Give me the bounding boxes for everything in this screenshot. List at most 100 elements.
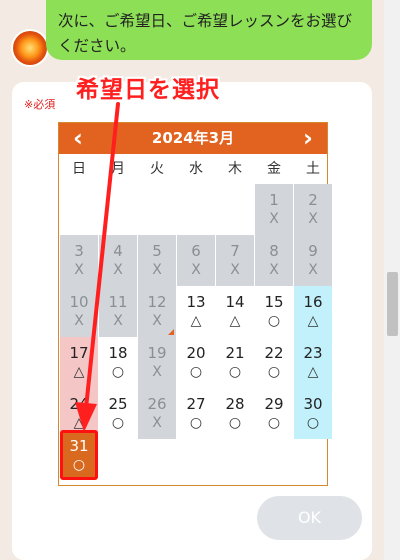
calendar-day-31[interactable]: 31 ○ — [60, 430, 98, 480]
calendar-day-14[interactable]: 14 △ — [216, 286, 254, 337]
availability-mark: X — [152, 415, 162, 431]
availability-mark: ○ — [306, 415, 320, 431]
availability-mark: X — [308, 211, 318, 227]
annotation-label: 希望日を選択 — [76, 77, 220, 103]
calendar-day-13[interactable]: 13 △ — [177, 286, 215, 337]
chevron-right-icon[interactable]: › — [293, 123, 323, 154]
weekday-label: 木 — [228, 161, 242, 177]
day-number: 6 — [191, 242, 201, 260]
calendar-day-29[interactable]: 29 ○ — [255, 388, 293, 439]
ok-button[interactable]: OK — [257, 496, 362, 540]
day-number: 11 — [108, 293, 128, 311]
availability-mark: X — [269, 262, 279, 278]
calendar-day-17[interactable]: 17 △ — [60, 337, 98, 388]
date-picker-calendar: 2024年3月 ‹ › 日月火水木金土 1 X 2 X 3 X 4 X 5 X 6 X 7 X 8 X 9 X 10… — [58, 122, 332, 486]
day-number: 26 — [147, 395, 167, 413]
weekday-label: 土 — [306, 161, 320, 177]
calendar-day-23[interactable]: 23 △ — [294, 337, 332, 388]
calendar-day-12: 12 X — [138, 286, 176, 337]
day-number: 25 — [108, 395, 128, 413]
availability-mark: ○ — [189, 415, 203, 431]
calendar-header: 2024年3月 ‹ › — [59, 123, 327, 154]
availability-mark: ○ — [267, 364, 281, 380]
calendar-day-20[interactable]: 20 ○ — [177, 337, 215, 388]
day-number: 13 — [186, 293, 206, 311]
availability-mark: ○ — [72, 457, 86, 473]
availability-mark: X — [113, 262, 123, 278]
day-number: 7 — [230, 242, 240, 260]
day-number: 3 — [74, 242, 84, 260]
corner-flag-icon — [168, 329, 174, 335]
calendar-day-16[interactable]: 16 △ — [294, 286, 332, 337]
calendar-day-11: 11 X — [99, 286, 137, 337]
day-number: 22 — [264, 344, 284, 362]
availability-mark: X — [308, 262, 318, 278]
chevron-left-icon[interactable]: ‹ — [63, 123, 93, 154]
day-number: 4 — [113, 242, 123, 260]
availability-mark: X — [230, 262, 240, 278]
availability-mark: △ — [73, 364, 85, 380]
availability-mark: ○ — [267, 415, 281, 431]
day-number: 5 — [152, 242, 162, 260]
availability-mark: △ — [307, 364, 319, 380]
calendar-day-6: 6X — [177, 235, 215, 286]
calendar-day-1: 1X — [255, 184, 293, 235]
availability-mark: X — [152, 262, 162, 278]
calendar-day-21[interactable]: 21 ○ — [216, 337, 254, 388]
availability-mark: X — [74, 262, 84, 278]
day-number: 20 — [186, 344, 206, 362]
day-number: 24 — [69, 395, 89, 413]
calendar-day-7: 7X — [216, 235, 254, 286]
calendar-day-18[interactable]: 18 ○ — [99, 337, 137, 388]
availability-mark: X — [152, 313, 162, 329]
calendar-day-30[interactable]: 30 ○ — [294, 388, 332, 439]
calendar-day-22[interactable]: 22 ○ — [255, 337, 293, 388]
bot-avatar — [13, 31, 47, 65]
weekday-label: 金 — [267, 161, 281, 177]
calendar-day-9: 9X — [294, 235, 332, 286]
chat-message-bubble: 次に、ご希望日、ご希望レッスンをお選びください。 — [46, 0, 372, 60]
day-number: 28 — [225, 395, 245, 413]
day-number: 10 — [69, 293, 89, 311]
calendar-day-2: 2X — [294, 184, 332, 235]
weekday-label: 日 — [72, 161, 86, 177]
calendar-day-27[interactable]: 27 ○ — [177, 388, 215, 439]
availability-mark: ○ — [228, 415, 242, 431]
day-number: 2 — [308, 191, 318, 209]
day-number: 18 — [108, 344, 128, 362]
calendar-day-15[interactable]: 15 ○ — [255, 286, 293, 337]
weekday-label: 火 — [150, 161, 164, 177]
calendar-day-19: 19 X — [138, 337, 176, 388]
day-number: 1 — [269, 191, 279, 209]
availability-mark: X — [269, 211, 279, 227]
calendar-day-10: 10 X — [60, 286, 98, 337]
availability-mark: ○ — [228, 364, 242, 380]
availability-mark: △ — [229, 313, 241, 329]
day-number: 23 — [303, 344, 323, 362]
day-number: 14 — [225, 293, 245, 311]
calendar-day-4: 4X — [99, 235, 137, 286]
availability-mark: △ — [190, 313, 202, 329]
availability-mark: X — [74, 313, 84, 329]
scrollbar-thumb[interactable] — [387, 272, 398, 336]
day-number: 27 — [186, 395, 206, 413]
calendar-month-title: 2024年3月 — [151, 129, 235, 147]
calendar-day-5: 5X — [138, 235, 176, 286]
calendar-day-25[interactable]: 25 ○ — [99, 388, 137, 439]
day-number: 15 — [264, 293, 284, 311]
calendar-day-3: 3X — [60, 235, 98, 286]
weekday-label: 月 — [111, 161, 125, 177]
availability-mark: ○ — [189, 364, 203, 380]
weekday-header-row: 日月火水木金土 — [59, 154, 327, 184]
calendar-day-26: 26 X — [138, 388, 176, 439]
calendar-day-28[interactable]: 28 ○ — [216, 388, 254, 439]
availability-mark: X — [191, 262, 201, 278]
day-number: 8 — [269, 242, 279, 260]
day-number: 19 — [147, 344, 167, 362]
availability-mark: ○ — [267, 313, 281, 329]
availability-mark: ○ — [111, 364, 125, 380]
required-label: ※必須 — [24, 98, 56, 111]
day-number: 30 — [303, 395, 323, 413]
day-number: 16 — [303, 293, 323, 311]
availability-mark: X — [152, 364, 162, 380]
